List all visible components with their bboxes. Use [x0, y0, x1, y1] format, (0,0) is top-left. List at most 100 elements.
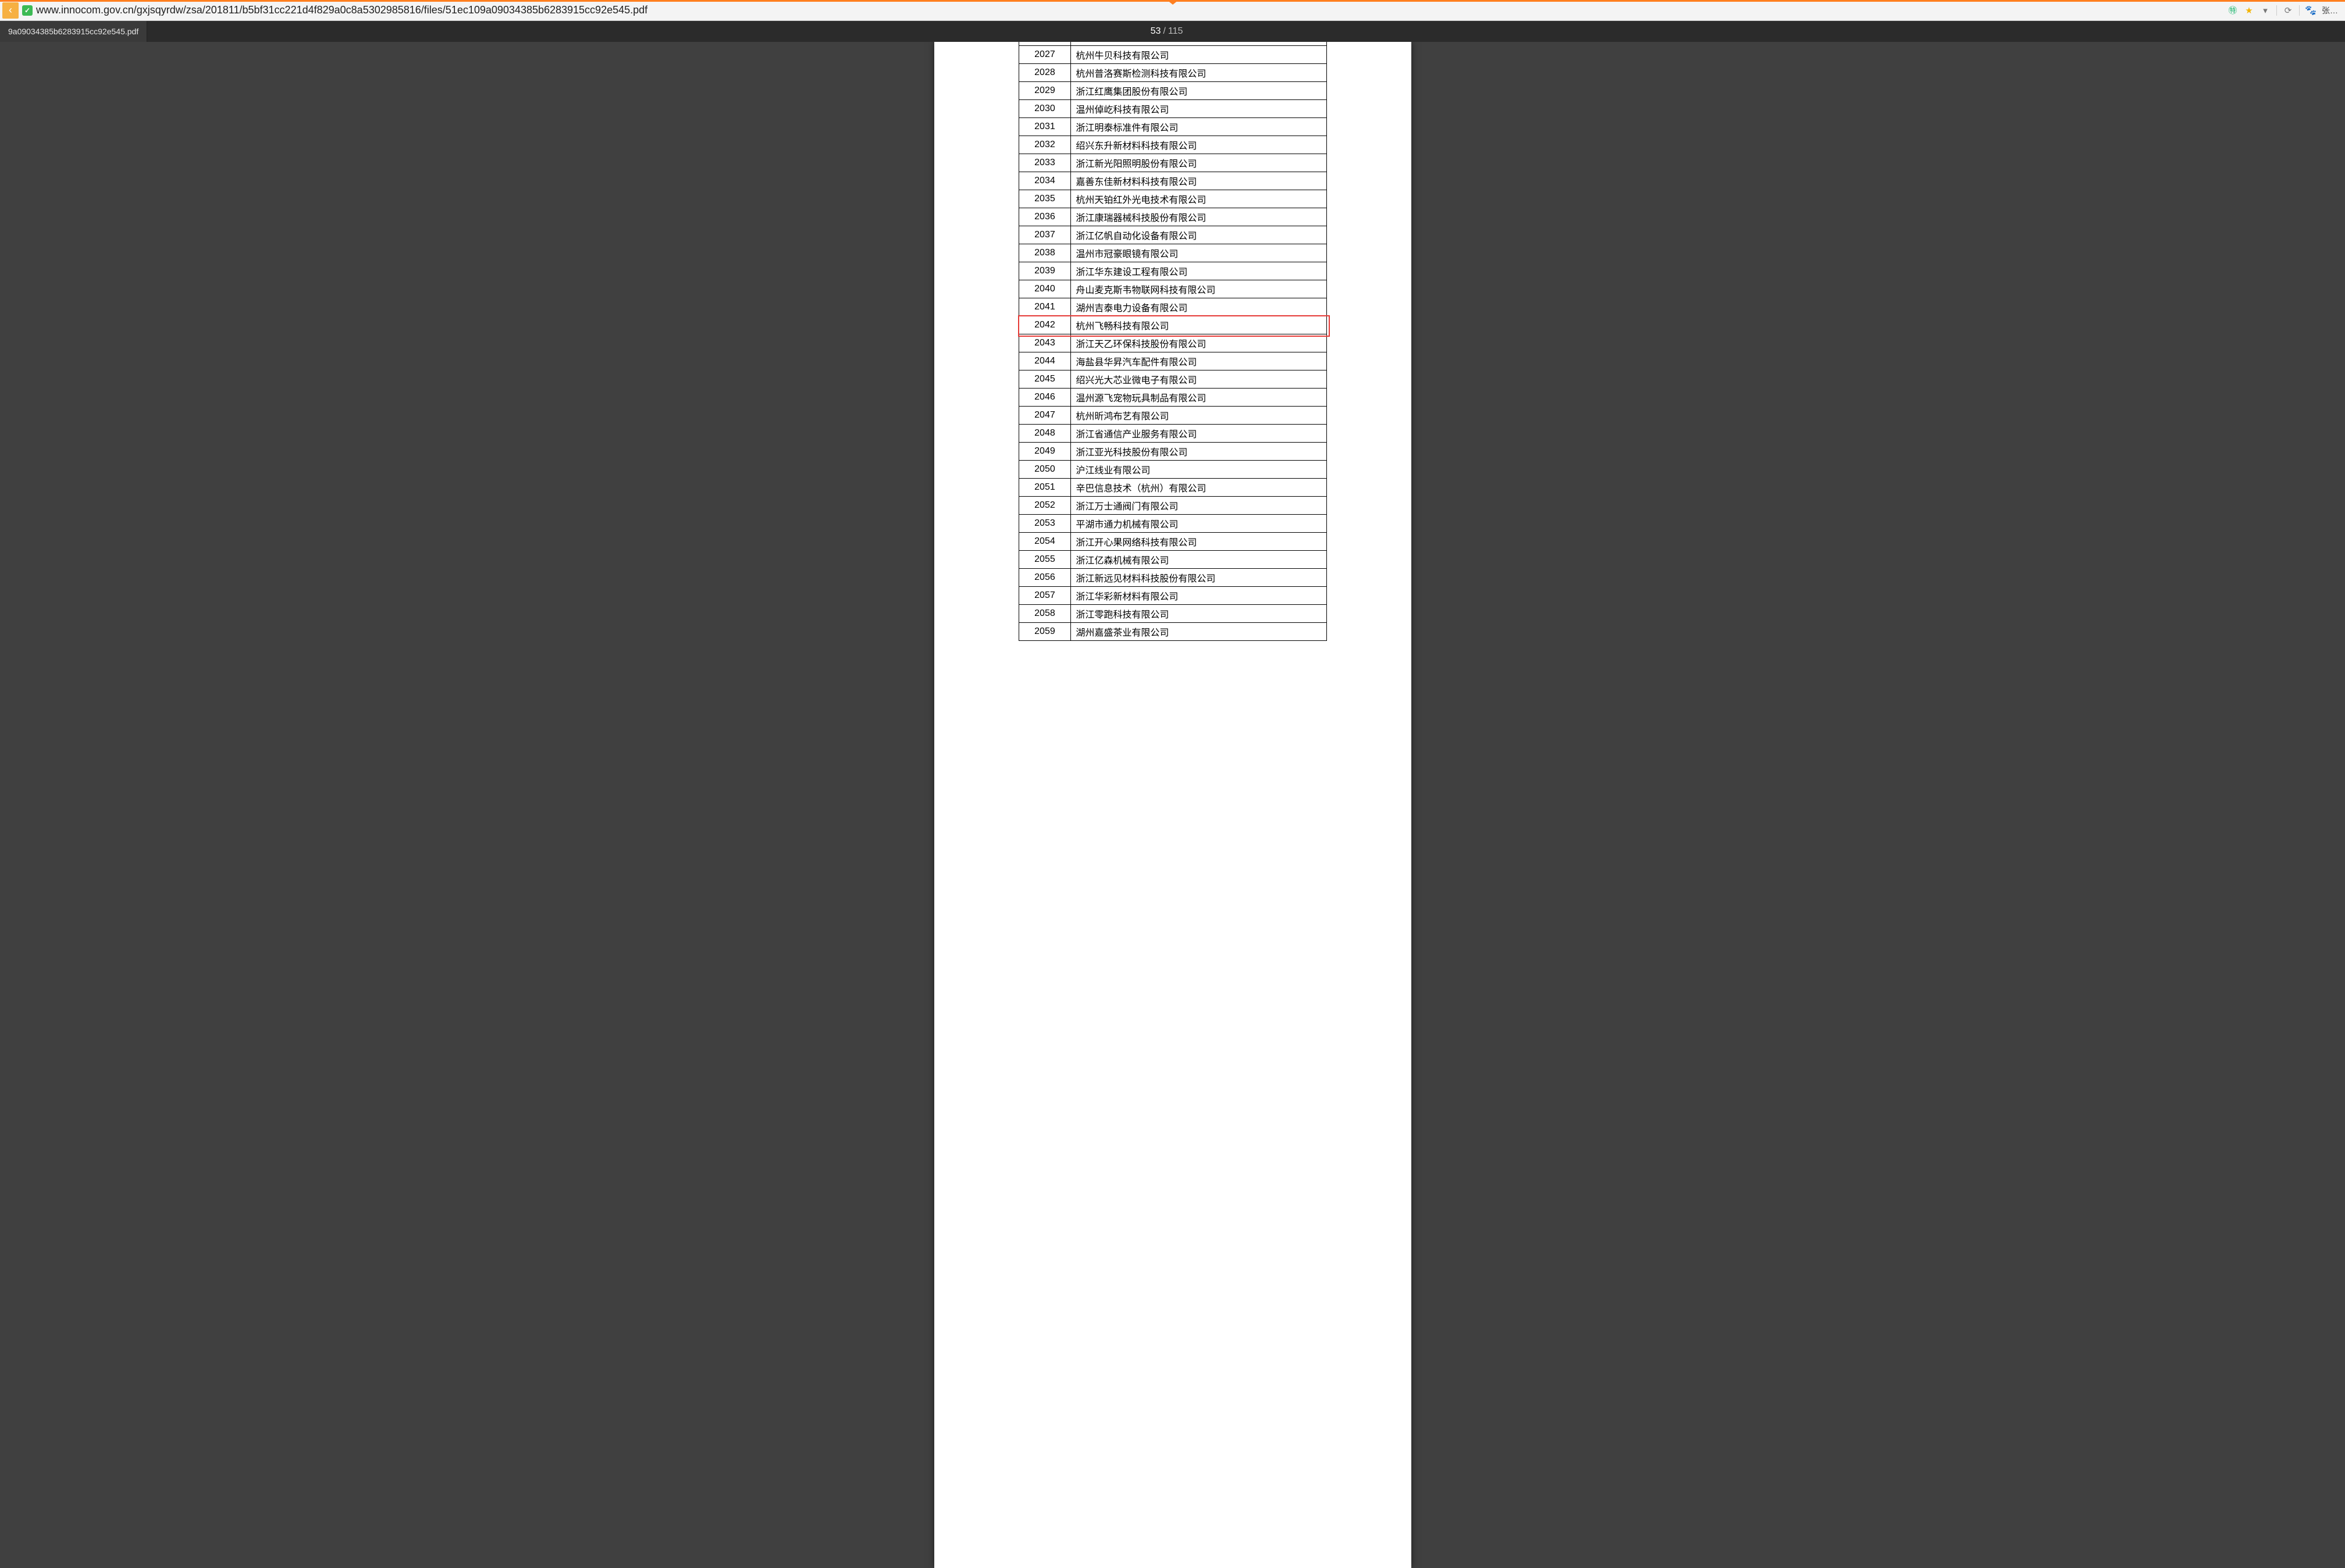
company-name: 浙江亿森机械有限公司: [1071, 551, 1326, 569]
company-name: 湖州吉泰电力设备有限公司: [1071, 298, 1326, 316]
table-row: 2032绍兴东升新材料科技有限公司: [1019, 136, 1326, 154]
current-page-number[interactable]: 53: [1151, 26, 1161, 37]
row-index: 2040: [1019, 280, 1071, 298]
user-label[interactable]: 张…: [2322, 5, 2338, 16]
table-row: 2038温州市冠豪眼镜有限公司: [1019, 244, 1326, 262]
row-index: 2058: [1019, 605, 1071, 623]
table-row: 2029浙江红鹰集团股份有限公司: [1019, 82, 1326, 100]
table-row: 2035杭州天铂红外光电技术有限公司: [1019, 190, 1326, 208]
table-row: 2033浙江新光阳照明股份有限公司: [1019, 154, 1326, 172]
company-name: 浙江省通信产业服务有限公司: [1071, 425, 1326, 443]
company-name: 杭州普洛赛斯检测科技有限公司: [1071, 64, 1326, 82]
row-index: 2031: [1019, 118, 1071, 136]
table-row: 2042杭州飞畅科技有限公司: [1019, 316, 1326, 334]
row-index: 2041: [1019, 298, 1071, 316]
company-name: 海盐县华昇汽车配件有限公司: [1071, 352, 1326, 370]
row-index: 2046: [1019, 389, 1071, 407]
table-row: 2056浙江新远见材料科技股份有限公司: [1019, 569, 1326, 587]
row-index: 2051: [1019, 479, 1071, 497]
row-index: 2045: [1019, 370, 1071, 389]
row-index: 2037: [1019, 226, 1071, 244]
company-name: 浙江华东建设工程有限公司: [1071, 262, 1326, 280]
dropdown-chevron-icon[interactable]: ▾: [2260, 5, 2271, 16]
table-row: 2044海盐县华昇汽车配件有限公司: [1019, 352, 1326, 370]
favorite-icon[interactable]: ★: [2244, 5, 2254, 16]
company-name: 浙江零跑科技有限公司: [1071, 605, 1326, 623]
table-row: 2039浙江华东建设工程有限公司: [1019, 262, 1326, 280]
table-row: 2027杭州牛贝科技有限公司: [1019, 46, 1326, 64]
pdf-viewport[interactable]: 2027杭州牛贝科技有限公司2028杭州普洛赛斯检测科技有限公司2029浙江红鹰…: [0, 42, 2345, 1568]
row-index: 2047: [1019, 407, 1071, 425]
company-name: 浙江康瑞器械科技股份有限公司: [1071, 208, 1326, 226]
company-name: 浙江华彩新材料有限公司: [1071, 587, 1326, 605]
company-name: 浙江亿帆自动化设备有限公司: [1071, 226, 1326, 244]
pdf-page: 2027杭州牛贝科技有限公司2028杭州普洛赛斯检测科技有限公司2029浙江红鹰…: [934, 42, 1411, 1568]
company-name: 杭州飞畅科技有限公司: [1071, 316, 1326, 334]
company-name: 舟山麦克斯韦物联网科技有限公司: [1071, 280, 1326, 298]
separator: [2299, 5, 2300, 16]
row-index: 2027: [1019, 46, 1071, 64]
secure-site-icon: ✓: [22, 5, 33, 16]
company-table: 2027杭州牛贝科技有限公司2028杭州普洛赛斯检测科技有限公司2029浙江红鹰…: [1019, 42, 1327, 641]
company-name: 浙江开心果网络科技有限公司: [1071, 533, 1326, 551]
table-row: 2030温州倬屹科技有限公司: [1019, 100, 1326, 118]
table-row: 2045绍兴光大芯业微电子有限公司: [1019, 370, 1326, 389]
pdf-tab[interactable]: 9a09034385b6283915cc92e545.pdf: [0, 21, 147, 42]
table-row: 2037浙江亿帆自动化设备有限公司: [1019, 226, 1326, 244]
row-index: 2043: [1019, 334, 1071, 352]
row-index: 2038: [1019, 244, 1071, 262]
company-name: 温州市冠豪眼镜有限公司: [1071, 244, 1326, 262]
row-index: 2030: [1019, 100, 1071, 118]
table-row: 2049浙江亚光科技股份有限公司: [1019, 443, 1326, 461]
company-name: 辛巴信息技术（杭州）有限公司: [1071, 479, 1326, 497]
row-index: 2053: [1019, 515, 1071, 533]
page-indicator[interactable]: 53 / 115: [1151, 26, 1195, 37]
back-button[interactable]: ‹: [2, 2, 19, 19]
company-name: 沪江线业有限公司: [1071, 461, 1326, 479]
table-row: 2041湖州吉泰电力设备有限公司: [1019, 298, 1326, 316]
row-index: 2054: [1019, 533, 1071, 551]
table-row: 2059湖州嘉盛茶业有限公司: [1019, 623, 1326, 641]
row-index: 2028: [1019, 64, 1071, 82]
company-name: 温州源飞宠物玩具制品有限公司: [1071, 389, 1326, 407]
company-name: 湖州嘉盛茶业有限公司: [1071, 623, 1326, 641]
table-row: 2052浙江万士通阀门有限公司: [1019, 497, 1326, 515]
row-index: 2048: [1019, 425, 1071, 443]
row-index: 2039: [1019, 262, 1071, 280]
table-row: 2055浙江亿森机械有限公司: [1019, 551, 1326, 569]
row-index: 2044: [1019, 352, 1071, 370]
table-row: 2054浙江开心果网络科技有限公司: [1019, 533, 1326, 551]
pdf-toolbar: 9a09034385b6283915cc92e545.pdf 53 / 115: [0, 21, 2345, 42]
company-name: 杭州昕鸿布艺有限公司: [1071, 407, 1326, 425]
company-name: 浙江天乙环保科技股份有限公司: [1071, 334, 1326, 352]
table-row: 2043浙江天乙环保科技股份有限公司: [1019, 334, 1326, 352]
row-index: 2050: [1019, 461, 1071, 479]
company-name: 温州倬屹科技有限公司: [1071, 100, 1326, 118]
table-row: 2047杭州昕鸿布艺有限公司: [1019, 407, 1326, 425]
total-pages: 115: [1168, 26, 1183, 37]
company-name: 浙江新光阳照明股份有限公司: [1071, 154, 1326, 172]
table-row: 2034嘉善东佳新材料科技有限公司: [1019, 172, 1326, 190]
baidu-paw-icon[interactable]: 🐾: [2305, 5, 2316, 16]
company-name: 嘉善东佳新材料科技有限公司: [1071, 172, 1326, 190]
company-name: 绍兴东升新材料科技有限公司: [1071, 136, 1326, 154]
company-name: 杭州牛贝科技有限公司: [1071, 46, 1326, 64]
page-separator: /: [1163, 26, 1165, 37]
table-row: 2036浙江康瑞器械科技股份有限公司: [1019, 208, 1326, 226]
row-index: 2055: [1019, 551, 1071, 569]
company-name: 浙江万士通阀门有限公司: [1071, 497, 1326, 515]
table-row: 2031浙江明泰标准件有限公司: [1019, 118, 1326, 136]
row-index: 2057: [1019, 587, 1071, 605]
separator: [2276, 5, 2277, 16]
url-field[interactable]: www.innocom.gov.cn/gxjsqyrdw/zsa/201811/…: [36, 4, 2227, 16]
row-index: 2052: [1019, 497, 1071, 515]
translate-icon[interactable]: ㊕: [2227, 5, 2238, 16]
row-index: 2059: [1019, 623, 1071, 641]
table-row: 2048浙江省通信产业服务有限公司: [1019, 425, 1326, 443]
reload-icon[interactable]: ⟳: [2283, 5, 2293, 16]
table-row: 2046温州源飞宠物玩具制品有限公司: [1019, 389, 1326, 407]
browser-right-icons: ㊕ ★ ▾ ⟳ 🐾 张…: [2227, 5, 2343, 16]
table-row: 2058浙江零跑科技有限公司: [1019, 605, 1326, 623]
table-row: 2050沪江线业有限公司: [1019, 461, 1326, 479]
company-name: 杭州天铂红外光电技术有限公司: [1071, 190, 1326, 208]
